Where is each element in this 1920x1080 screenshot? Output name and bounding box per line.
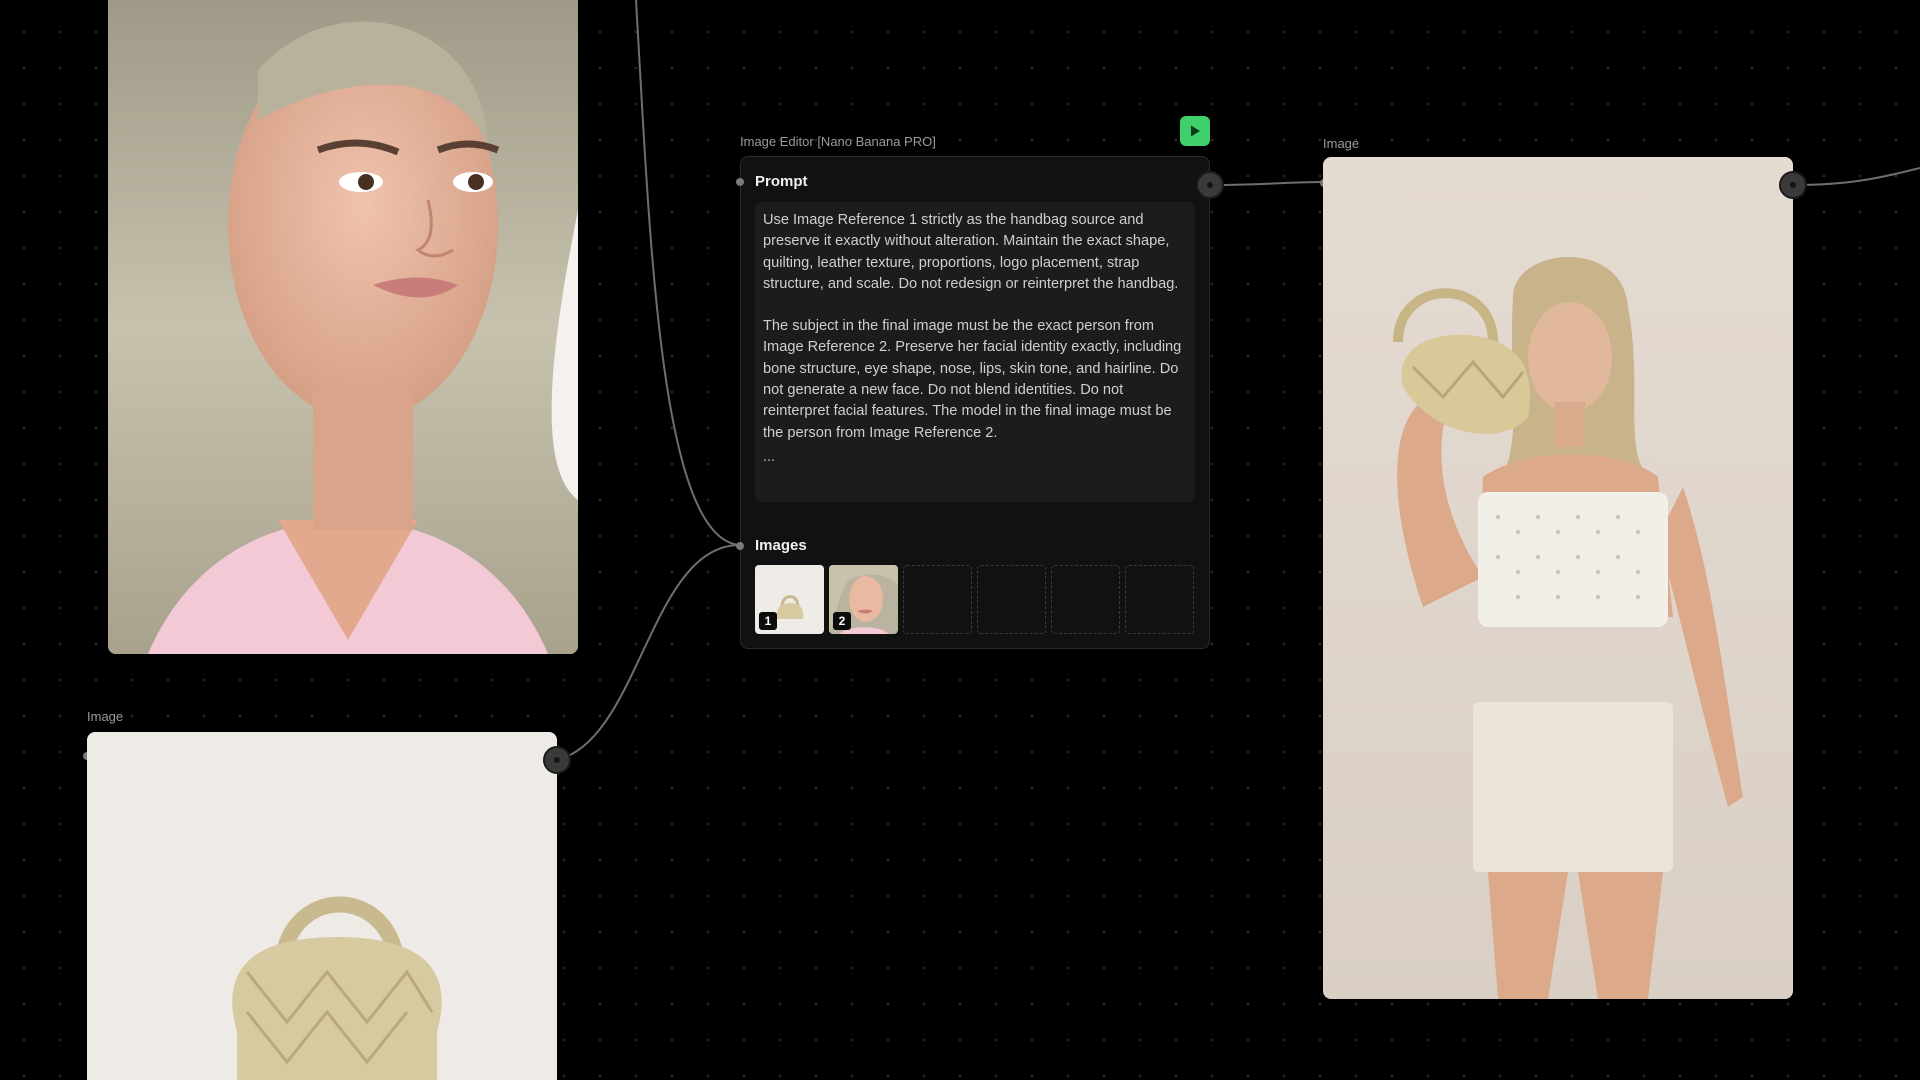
output-image-node[interactable] — [1323, 157, 1793, 999]
output-image-label: Image — [1323, 136, 1360, 151]
prompt-label: Prompt — [755, 173, 808, 190]
prompt-more: ... — [763, 448, 776, 465]
slot-1-number: 1 — [759, 612, 777, 630]
handbag-photo — [87, 732, 557, 1080]
portrait-image-node[interactable] — [108, 0, 578, 654]
image-slot-4[interactable] — [977, 565, 1046, 634]
editor-node-title: Image Editor [Nano Banana PRO] — [740, 134, 936, 149]
handbag-image-node[interactable] — [87, 732, 557, 1080]
output-photo — [1323, 157, 1793, 999]
edge-editor-to-output — [1209, 181, 1325, 186]
handbag-node-output-port[interactable] — [543, 746, 571, 774]
prompt-input-port[interactable] — [736, 178, 744, 186]
edge-handbag-to-images — [556, 544, 741, 761]
edge-output-to-next — [1792, 167, 1920, 186]
image-slot-2[interactable]: 2 — [829, 565, 898, 634]
slot-2-number: 2 — [833, 612, 851, 630]
edge-portrait-to-images — [635, 0, 741, 546]
run-button[interactable] — [1180, 116, 1210, 146]
handbag-image-label: Image — [87, 709, 124, 724]
editor-output-port[interactable] — [1196, 171, 1224, 199]
portrait-photo — [108, 0, 578, 654]
prompt-paragraph-2: The subject in the final image must be t… — [763, 318, 1182, 441]
images-label: Images — [755, 537, 807, 554]
play-icon — [1191, 125, 1200, 137]
image-slot-1[interactable]: 1 — [755, 565, 824, 634]
image-slot-3[interactable] — [903, 565, 972, 634]
output-node-output-port[interactable] — [1779, 171, 1807, 199]
prompt-textarea[interactable]: Use Image Reference 1 strictly as the ha… — [755, 202, 1195, 502]
prompt-paragraph-1: Use Image Reference 1 strictly as the ha… — [763, 212, 1179, 292]
image-slot-6[interactable] — [1125, 565, 1194, 634]
images-input-port[interactable] — [736, 542, 744, 550]
image-editor-node[interactable]: Prompt Use Image Reference 1 strictly as… — [736, 156, 1210, 649]
image-slot-5[interactable] — [1051, 565, 1120, 634]
